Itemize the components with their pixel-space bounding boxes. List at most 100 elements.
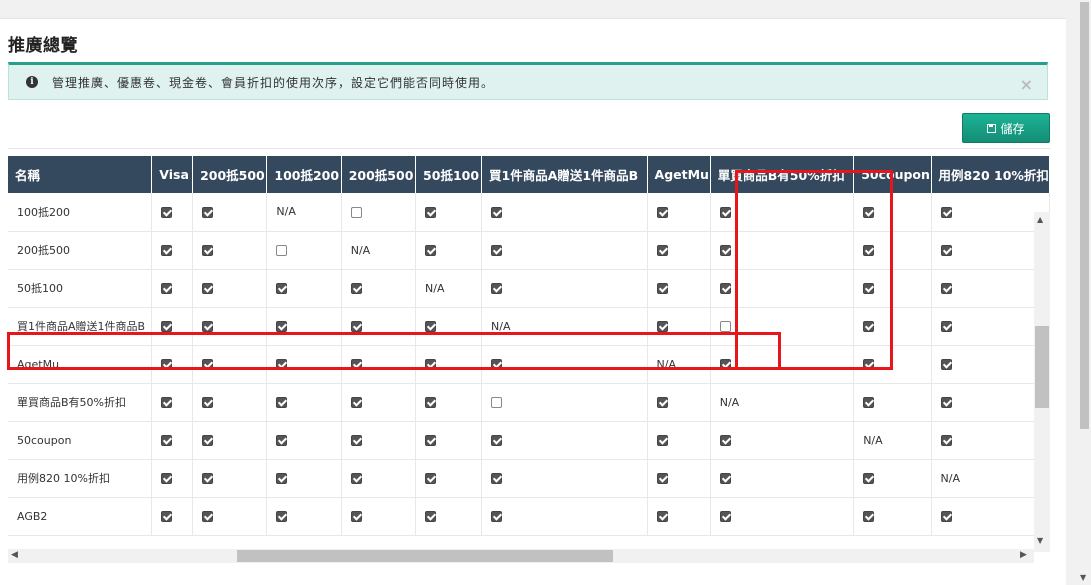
checkbox-checked[interactable] [940,245,952,256]
checkbox-checked[interactable] [161,206,173,218]
page-scroll-down-icon[interactable]: ▼ [1080,573,1086,582]
checkbox-checked[interactable] [656,283,668,294]
scroll-up-icon[interactable]: ▲ [1037,215,1043,224]
checkbox-checked[interactable] [656,245,668,256]
checkbox-checked[interactable] [719,206,731,218]
checkbox-checked[interactable] [276,321,288,332]
matrix-cell [853,383,932,422]
checkbox-checked[interactable] [940,359,952,370]
scroll-down-icon[interactable]: ▼ [1037,536,1043,545]
checkbox-checked[interactable] [719,511,731,522]
checkbox-checked[interactable] [202,321,214,332]
checkbox-checked[interactable] [656,321,668,332]
table-horizontal-scrollbar[interactable]: ◀ ▶ [8,549,1034,563]
checkbox-checked[interactable] [425,397,437,408]
checkbox-checked[interactable] [161,397,173,408]
checkbox-checked[interactable] [656,473,668,484]
checkbox-checked[interactable] [276,283,288,294]
checkbox-checked[interactable] [350,473,362,484]
scroll-thumb[interactable] [1035,326,1049,408]
checkbox-checked[interactable] [425,245,437,256]
checkbox-checked[interactable] [656,397,668,408]
checkbox-checked[interactable] [202,435,214,446]
checkbox-checked[interactable] [491,245,503,256]
checkbox-checked[interactable] [425,473,437,484]
checkbox-checked[interactable] [350,397,362,408]
checkbox-checked[interactable] [940,511,952,522]
checkbox-checked[interactable] [202,473,214,484]
checkbox-checked[interactable] [161,435,173,446]
checkbox-checked[interactable] [491,206,503,218]
checkbox-checked[interactable] [491,435,503,446]
checkbox-checked[interactable] [719,283,731,294]
checkbox-checked[interactable] [491,511,503,522]
checkbox-checked[interactable] [719,435,731,446]
checkbox-checked[interactable] [425,435,437,446]
checkbox-checked[interactable] [276,473,288,484]
checkbox-checked[interactable] [161,511,173,522]
checkbox-checked[interactable] [491,473,503,484]
page-title: 推廣總覽 [8,36,78,56]
checkbox-checked[interactable] [202,397,214,408]
page-scrollbar[interactable]: ▼ [1077,0,1091,584]
checkbox-checked[interactable] [202,245,214,256]
checkbox-unchecked[interactable] [719,321,731,332]
checkbox-checked[interactable] [940,397,952,408]
scroll-left-icon[interactable]: ◀ [11,550,18,560]
checkbox-checked[interactable] [161,283,173,294]
checkbox-checked[interactable] [202,511,214,522]
checkbox-checked[interactable] [940,321,952,332]
checkbox-checked[interactable] [863,397,875,408]
checkbox-checked[interactable] [656,511,668,522]
checkbox-unchecked[interactable] [491,397,503,408]
checkbox-checked[interactable] [276,511,288,522]
checkbox-checked[interactable] [350,359,362,370]
checkbox-checked[interactable] [491,359,503,370]
checkbox-checked[interactable] [656,435,668,446]
checkbox-checked[interactable] [202,283,214,294]
matrix-cell [853,231,932,270]
checkbox-checked[interactable] [276,397,288,408]
checkbox-checked[interactable] [491,283,503,294]
matrix-cell [481,345,648,384]
checkbox-checked[interactable] [161,245,173,256]
checkbox-checked[interactable] [719,359,731,370]
scroll-right-icon[interactable]: ▶ [1020,550,1027,560]
checkbox-checked[interactable] [350,511,362,522]
close-icon[interactable]: × [1020,75,1033,94]
checkbox-checked[interactable] [863,245,875,256]
checkbox-checked[interactable] [350,321,362,332]
table-vertical-scrollbar[interactable]: ▲ ▼ [1034,212,1050,552]
page-scroll-thumb[interactable] [1080,2,1089,429]
matrix-cell [710,345,855,384]
checkbox-checked[interactable] [425,321,437,332]
checkbox-checked[interactable] [863,359,875,370]
checkbox-checked[interactable] [940,435,952,446]
checkbox-checked[interactable] [350,283,362,294]
checkbox-checked[interactable] [940,283,952,294]
save-button[interactable]: 儲存 [962,113,1050,143]
checkbox-checked[interactable] [425,511,437,522]
checkbox-checked[interactable] [656,206,668,218]
checkbox-checked[interactable] [161,359,173,370]
checkbox-checked[interactable] [425,359,437,370]
checkbox-checked[interactable] [863,473,875,484]
checkbox-checked[interactable] [425,206,437,218]
scroll-thumb[interactable] [237,550,613,562]
checkbox-checked[interactable] [863,321,875,332]
checkbox-checked[interactable] [863,511,875,522]
checkbox-checked[interactable] [276,359,288,370]
checkbox-unchecked[interactable] [276,245,288,256]
checkbox-checked[interactable] [940,206,952,218]
checkbox-checked[interactable] [863,283,875,294]
checkbox-checked[interactable] [202,206,214,218]
checkbox-checked[interactable] [161,473,173,484]
checkbox-checked[interactable] [719,473,731,484]
checkbox-unchecked[interactable] [350,206,362,218]
checkbox-checked[interactable] [863,206,875,218]
checkbox-checked[interactable] [276,435,288,446]
checkbox-checked[interactable] [202,359,214,370]
checkbox-checked[interactable] [719,245,731,256]
checkbox-checked[interactable] [350,435,362,446]
checkbox-checked[interactable] [161,321,173,332]
